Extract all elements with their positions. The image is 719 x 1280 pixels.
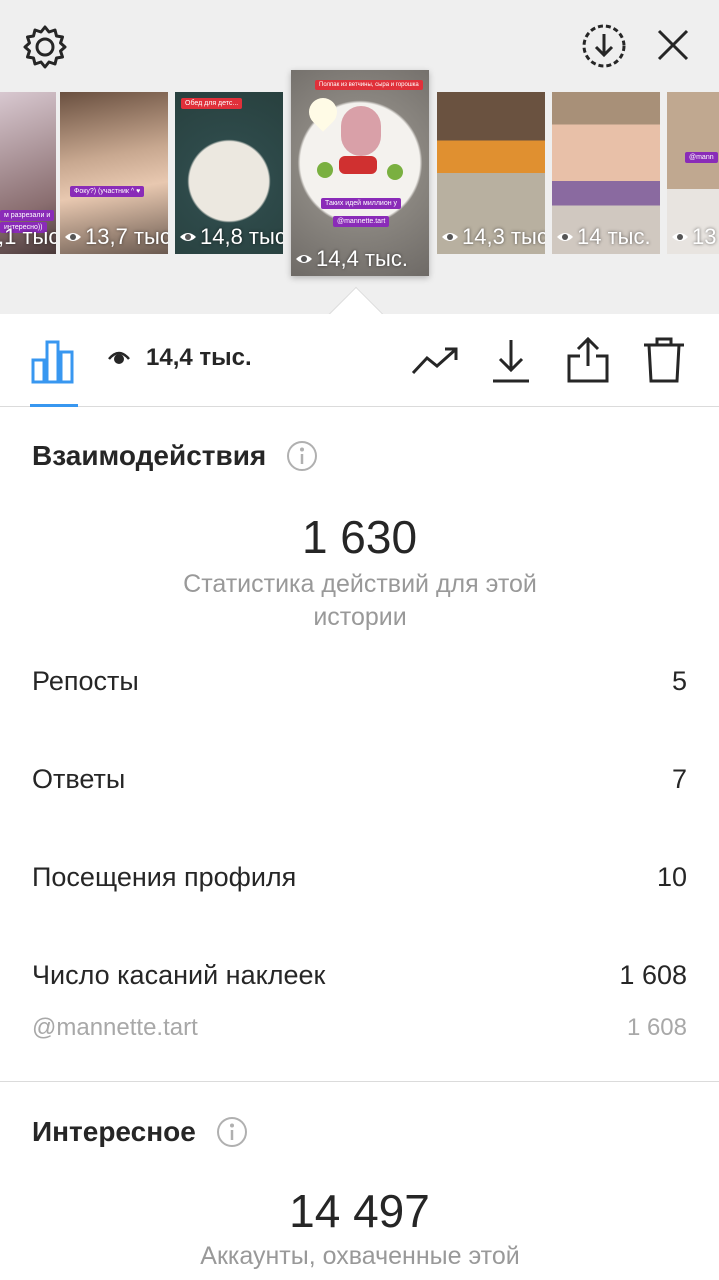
eye-icon (108, 351, 130, 364)
download-circle-icon[interactable] (578, 20, 630, 72)
eye-icon (180, 233, 196, 241)
info-icon[interactable] (216, 1116, 248, 1148)
story-views: 14,4 тыс. (316, 246, 408, 271)
story-sticker: @mann (685, 152, 718, 163)
stat-value: 1 608 (626, 1014, 687, 1041)
stat-row-replies: Ответы 7 (32, 764, 687, 795)
stat-label: Число касаний наклеек (32, 960, 326, 990)
story-sticker: Фоку?) (участник ^ ♥ (70, 186, 145, 197)
story-views: 13 (692, 224, 717, 249)
discovery-title-label: Интересное (32, 1116, 196, 1147)
interactions-title-label: Взаимодействия (32, 440, 267, 471)
discovery-total: 14 497 (289, 1185, 430, 1237)
eye-icon (296, 255, 312, 263)
interactions-total: 1 630 (301, 511, 418, 563)
info-icon[interactable] (286, 440, 318, 472)
story-thumbnail[interactable]: 14,3 тыс. (437, 92, 545, 254)
interactions-title: Взаимодействия (32, 440, 318, 472)
story-views: 14,8 тыс. (200, 224, 283, 249)
views-count: 14,4 тыс. (108, 344, 252, 372)
active-tab-indicator (30, 404, 78, 407)
story-sticker: Таких идей миллион у (321, 198, 402, 209)
close-icon[interactable] (650, 22, 696, 68)
gear-icon[interactable] (20, 22, 70, 72)
discovery-subtitle: Аккаунты, охваченные этой (200, 1242, 520, 1270)
views-count-label: 14,4 тыс. (146, 344, 252, 371)
stat-value: 1 608 (619, 960, 687, 990)
story-sticker: м разрезали и (0, 210, 55, 221)
interactions-subtitle: Статистика действий для этой истории (183, 570, 537, 631)
bar-chart-icon[interactable] (28, 336, 78, 386)
eye-icon (442, 233, 458, 241)
stat-label: @mannette.tart (32, 1014, 198, 1041)
section-divider (0, 1081, 719, 1082)
story-strip-area: м разрезали и интересно)) ,1 тыс. Фоку?)… (0, 0, 719, 314)
trash-icon[interactable] (640, 334, 688, 386)
trend-icon[interactable] (410, 338, 460, 384)
stat-value: 10 (656, 862, 687, 892)
story-thumbnail-active[interactable]: Полпак из ветчины, сыра и горошка Таких … (291, 70, 429, 276)
stat-value: 7 (671, 764, 687, 794)
story-thumbnail[interactable]: Фоку?) (участник ^ ♥ 13,7 тыс. (60, 92, 168, 254)
download-icon[interactable] (488, 336, 534, 386)
story-sticker: Обед для детс... (181, 98, 243, 109)
story-views: ,1 тыс. (0, 224, 56, 249)
stat-label: Посещения профиля (32, 862, 297, 892)
stat-row-sticker-taps: Число касаний наклеек 1 608 (32, 960, 687, 991)
story-views: 14,3 тыс. (462, 224, 545, 249)
story-thumbnail[interactable]: 14 тыс. (552, 92, 660, 254)
eye-icon (65, 233, 81, 241)
story-views: 13,7 тыс. (85, 224, 168, 249)
stat-value: 5 (671, 666, 687, 696)
discovery-title: Интересное (32, 1116, 248, 1148)
insights-toolbar: 14,4 тыс. (0, 314, 719, 407)
stat-label: Репосты (32, 666, 139, 696)
story-views: 14 тыс. (577, 224, 651, 249)
stat-row-reposts: Репосты 5 (32, 666, 687, 697)
story-thumbnail[interactable]: @mann 13 (667, 92, 719, 254)
story-sticker: @mannette.tart (333, 216, 390, 227)
story-thumbnails: м разрезали и интересно)) ,1 тыс. Фоку?)… (0, 70, 719, 276)
stat-row-sticker-mention[interactable]: @mannette.tart 1 608 (32, 1014, 687, 1042)
share-icon[interactable] (564, 334, 612, 386)
eye-icon (557, 233, 573, 241)
eye-icon (672, 233, 688, 241)
stat-row-profile-visits: Посещения профиля 10 (32, 862, 687, 893)
insights-panel: 14,4 тыс. Взаимодействия 1 630 Статистик… (0, 314, 719, 1280)
stat-label: Ответы (32, 764, 126, 794)
story-sticker: Полпак из ветчины, сыра и горошка (315, 80, 423, 90)
story-thumbnail[interactable]: Обед для детс... 14,8 тыс. (175, 92, 283, 254)
story-thumbnail[interactable]: м разрезали и интересно)) ,1 тыс. (0, 92, 56, 254)
